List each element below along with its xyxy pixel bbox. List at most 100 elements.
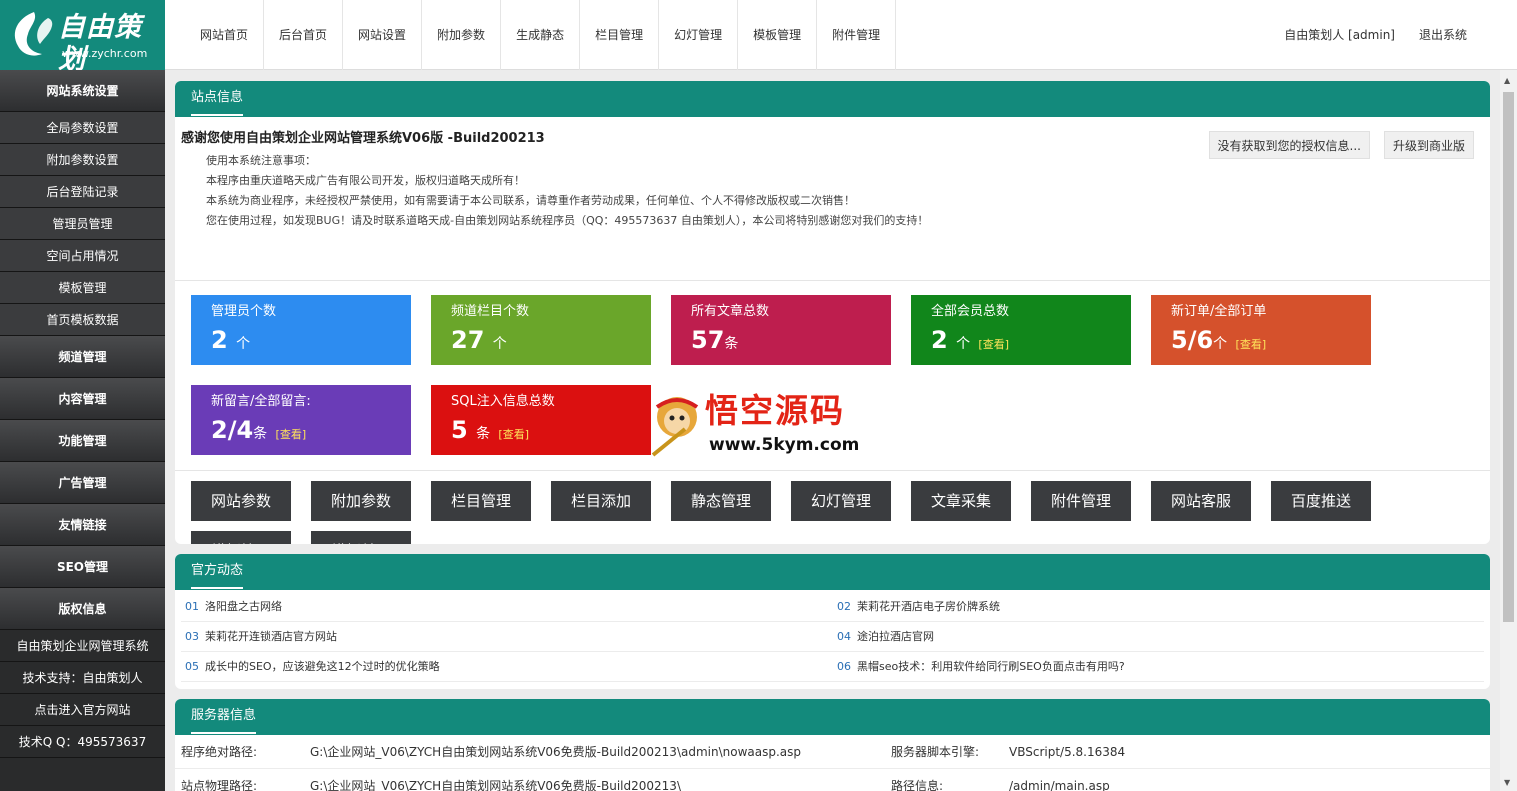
server-key: 路径信息: xyxy=(891,779,944,791)
logout-link[interactable]: 退出系统 xyxy=(1419,0,1467,70)
quick-buttons: 网站参数 附加参数 栏目管理 栏目添加 静态管理 幻灯管理 文章采集 附件管理 … xyxy=(175,471,1490,544)
server-info-row: 程序绝对路径: G:\企业网站_V06\ZYCH自由策划网站系统V06免费版-B… xyxy=(175,735,1490,769)
quick-column-manage-button[interactable]: 栏目管理 xyxy=(431,481,531,521)
stat-view-link[interactable]: [查看] xyxy=(978,338,1009,351)
quick-column-add-button[interactable]: 栏目添加 xyxy=(551,481,651,521)
note-line: 您在使用过程，如发现BUG！请及时联系道略天成-自由策划网站系统程序员（QQ：4… xyxy=(206,214,929,227)
stat-view-link[interactable]: [查看] xyxy=(498,428,529,441)
stat-value: 2/4条 [查看] xyxy=(211,416,307,444)
logo[interactable]: 自由策划 www.zychr.com xyxy=(0,0,165,70)
scroll-up-arrow-icon[interactable]: ▲ xyxy=(1504,76,1510,85)
news-item[interactable]: 06 黑帽seo技术：利用软件给同行刷SEO负面点击有用吗? xyxy=(837,652,1125,682)
usage-notes: 使用本系统注意事项： 本程序由重庆道略天成广告有限公司开发，版权归道略天成所有！… xyxy=(181,151,1484,231)
logo-title: 自由策划 xyxy=(58,12,142,70)
top-navigation: 网站首页 后台首页 网站设置 附加参数 生成静态 栏目管理 幻灯管理 模板管理 … xyxy=(165,0,1517,70)
news-item[interactable]: 01 洛阳盘之古网络 xyxy=(185,592,282,622)
stat-label: 新留言/全部留言: xyxy=(211,394,311,409)
stat-value: 5/6个 [查看] xyxy=(1171,326,1267,354)
server-value: VBScript/5.8.16384 xyxy=(1009,745,1126,759)
sidebar-item-space-usage[interactable]: 空间占用情况 xyxy=(0,240,165,272)
nav-template-manage[interactable]: 模板管理 xyxy=(738,0,818,70)
server-info-panel: 服务器信息 程序绝对路径: G:\企业网站_V06\ZYCH自由策划网站系统V0… xyxy=(175,699,1490,791)
stat-value: 2 个 xyxy=(211,326,251,354)
upgrade-commercial-button[interactable]: 升级到商业版 xyxy=(1383,131,1474,159)
logo-url: www.zychr.com xyxy=(62,47,148,60)
watermark-url: www.5kym.com xyxy=(709,435,860,455)
stat-label: 新订单/全部订单 xyxy=(1171,304,1267,319)
sidebar-section-system[interactable]: 网站系统设置 xyxy=(0,70,165,112)
stat-view-link[interactable]: [查看] xyxy=(276,428,307,441)
stat-value: 2 个 [查看] xyxy=(931,326,1010,354)
top-menu: 网站首页 后台首页 网站设置 附加参数 生成静态 栏目管理 幻灯管理 模板管理 … xyxy=(185,0,897,70)
sidebar-group-ads[interactable]: 广告管理 xyxy=(0,462,165,504)
site-info-panel: 站点信息 感谢您使用自由策划企业网站管理系统V06版 -Build200213 … xyxy=(175,81,1490,544)
quick-template-home-button[interactable]: 模板首页 xyxy=(311,531,411,544)
user-area: 自由策划人 [admin] 退出系统 xyxy=(1284,0,1467,70)
quick-site-params-button[interactable]: 网站参数 xyxy=(191,481,291,521)
news-item[interactable]: 02 茉莉花开酒店电子房价牌系统 xyxy=(837,592,1000,622)
stat-card-articles: 所有文章总数 57条 xyxy=(671,295,891,365)
sidebar-item-templates[interactable]: 模板管理 xyxy=(0,272,165,304)
sidebar-group-channels[interactable]: 频道管理 xyxy=(0,336,165,378)
sidebar-group-copyright[interactable]: 版权信息 xyxy=(0,588,165,630)
license-info-button[interactable]: 没有获取到您的授权信息... xyxy=(1208,131,1370,159)
sidebar-footer-official-site[interactable]: 点击进入官方网站 xyxy=(0,694,165,726)
watermark: 悟空源码 www.5kym.com xyxy=(645,389,875,459)
license-buttons: 没有获取到您的授权信息... 升级到商业版 xyxy=(1208,131,1474,159)
nav-generate-static[interactable]: 生成静态 xyxy=(501,0,581,70)
news-row: 03 茉莉花开连锁酒店官方网站 04 途泊拉酒店官网 xyxy=(181,622,1484,652)
scrollbar[interactable]: ▲ ▼ xyxy=(1500,70,1517,791)
news-item[interactable]: 05 成长中的SEO，应该避免这12个过时的优化策略 xyxy=(185,652,440,682)
nav-attachment-manage[interactable]: 附件管理 xyxy=(817,0,897,70)
sidebar-item-admins[interactable]: 管理员管理 xyxy=(0,208,165,240)
sidebar-item-extra-params[interactable]: 附加参数设置 xyxy=(0,144,165,176)
news-header: 官方动态 xyxy=(175,554,1490,590)
watermark-cn: 悟空源码 xyxy=(705,391,845,430)
sidebar-footer-qq: 技术Q Q：495573637 xyxy=(0,726,165,758)
sidebar-item-login-log[interactable]: 后台登陆记录 xyxy=(0,176,165,208)
server-info-header: 服务器信息 xyxy=(175,699,1490,735)
stat-view-link[interactable]: [查看] xyxy=(1236,338,1267,351)
quick-article-collect-button[interactable]: 文章采集 xyxy=(911,481,1011,521)
quick-baidu-push-button[interactable]: 百度推送 xyxy=(1271,481,1371,521)
stat-card-columns: 频道栏目个数 27 个 xyxy=(431,295,651,365)
server-value: G:\企业网站_V06\ZYCH自由策划网站系统V06免费版-Build2002… xyxy=(310,779,681,791)
nav-column-manage[interactable]: 栏目管理 xyxy=(580,0,660,70)
news-list: 01 洛阳盘之古网络 02 茉莉花开酒店电子房价牌系统 03 茉莉花开连锁酒店官方网站… xyxy=(175,590,1490,689)
stat-card-sql-injection: SQL注入信息总数 5 条 [查看] xyxy=(431,385,651,455)
news-panel: 官方动态 01 洛阳盘之古网络 02 茉莉花开酒店电子房价牌系统 03 茉莉花开连锁酒… xyxy=(175,554,1490,689)
sidebar-item-global-params[interactable]: 全局参数设置 xyxy=(0,112,165,144)
quick-static-manage-button[interactable]: 静态管理 xyxy=(671,481,771,521)
quick-template-manage-button[interactable]: 模板管理 xyxy=(191,531,291,544)
site-info-title: 站点信息 xyxy=(191,82,244,116)
news-row: 05 成长中的SEO，应该避免这12个过时的优化策略 06 黑帽seo技术：利用软件… xyxy=(181,652,1484,682)
sidebar-group-functions[interactable]: 功能管理 xyxy=(0,420,165,462)
stat-label: 管理员个数 xyxy=(211,304,277,319)
stat-card-members: 全部会员总数 2 个 [查看] xyxy=(911,295,1131,365)
sidebar-group-links[interactable]: 友情链接 xyxy=(0,504,165,546)
news-item[interactable]: 04 途泊拉酒店官网 xyxy=(837,622,934,652)
scrollbar-thumb[interactable] xyxy=(1503,92,1514,622)
sidebar-footer-product: 自由策划企业网管理系统 xyxy=(0,630,165,662)
nav-site-home[interactable]: 网站首页 xyxy=(185,0,265,70)
quick-attachment-manage-button[interactable]: 附件管理 xyxy=(1031,481,1131,521)
news-item[interactable]: 03 茉莉花开连锁酒店官方网站 xyxy=(185,622,337,652)
scroll-down-arrow-icon[interactable]: ▼ xyxy=(1504,778,1510,787)
sidebar-group-content[interactable]: 内容管理 xyxy=(0,378,165,420)
user-name-link[interactable]: 自由策划人 [admin] xyxy=(1284,0,1395,70)
nav-site-settings[interactable]: 网站设置 xyxy=(343,0,423,70)
stat-label: 频道栏目个数 xyxy=(451,304,530,319)
nav-extra-params[interactable]: 附加参数 xyxy=(422,0,502,70)
nav-admin-home[interactable]: 后台首页 xyxy=(264,0,344,70)
quick-slide-manage-button[interactable]: 幻灯管理 xyxy=(791,481,891,521)
nav-slide-manage[interactable]: 幻灯管理 xyxy=(659,0,739,70)
sidebar-group-seo[interactable]: SEO管理 xyxy=(0,546,165,588)
welcome-section: 感谢您使用自由策划企业网站管理系统V06版 -Build200213 使用本系统… xyxy=(175,117,1490,281)
stat-card-orders: 新订单/全部订单 5/6个 [查看] xyxy=(1151,295,1371,365)
sidebar-item-home-template-data[interactable]: 首页模板数据 xyxy=(0,304,165,336)
quick-customer-service-button[interactable]: 网站客服 xyxy=(1151,481,1251,521)
stat-card-messages: 新留言/全部留言: 2/4条 [查看] xyxy=(191,385,411,455)
stat-value: 5 条 [查看] xyxy=(451,416,530,444)
quick-extra-params-button[interactable]: 附加参数 xyxy=(311,481,411,521)
monkey-mascot-icon xyxy=(651,397,699,457)
